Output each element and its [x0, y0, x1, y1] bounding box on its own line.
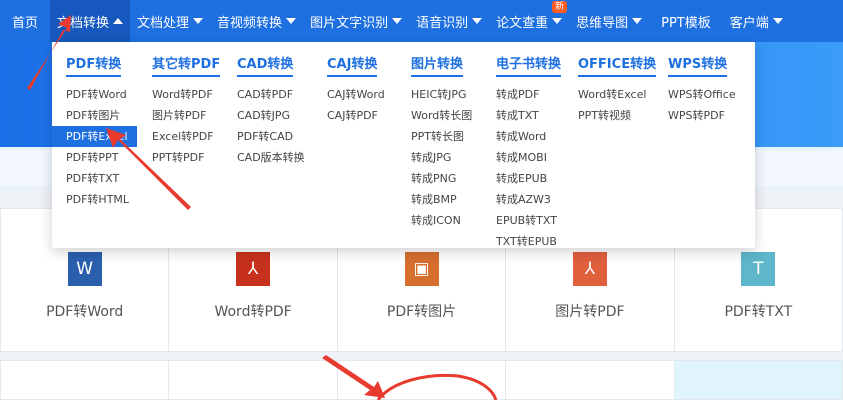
menu-item[interactable]: WPS转Office — [668, 84, 736, 105]
nav-av-convert-label: 音视频转换 — [217, 15, 283, 31]
menu-item[interactable]: 转成Word — [496, 126, 561, 147]
menu-item-pdf-to-excel[interactable]: PDF转Excel — [52, 126, 137, 147]
nav-doc-process[interactable]: 文档处理 — [130, 0, 210, 42]
nav-av-convert[interactable]: 音视频转换 — [210, 0, 303, 42]
tool-card[interactable] — [674, 360, 843, 400]
menu-col-title: OFFICE转换 — [578, 53, 657, 77]
menu-item[interactable]: CAJ转PDF — [327, 105, 385, 126]
new-badge: 新 — [552, 1, 568, 13]
menu-item[interactable]: Word转PDF — [152, 84, 220, 105]
caret-down-icon — [286, 18, 297, 24]
nav-ppt-template-label: PPT模板 — [661, 15, 711, 31]
menu-col-title: WPS转换 — [668, 53, 728, 77]
menu-item[interactable]: 转成EPUB — [496, 168, 561, 189]
menu-col-title: PDF转换 — [66, 53, 122, 77]
menu-col-title: 其它转PDF — [152, 53, 221, 77]
caret-down-icon — [193, 18, 204, 24]
nav-client-label: 客户端 — [729, 15, 769, 31]
nav-ppt-template[interactable]: PPT模板 — [649, 0, 723, 42]
menu-item[interactable]: 转成TXT — [496, 105, 561, 126]
tool-label: PDF转图片 — [386, 304, 457, 320]
nav-mindmap-label: 思维导图 — [576, 15, 629, 31]
menu-item[interactable]: 图片转PDF — [152, 105, 220, 126]
nav-client[interactable]: 客户端 — [723, 0, 790, 42]
caret-down-icon — [552, 18, 563, 24]
menu-item[interactable]: PPT转PDF — [152, 147, 220, 168]
caret-down-icon — [772, 18, 783, 24]
menu-item[interactable]: CAD转PDF — [237, 84, 305, 105]
menu-col-caj: CAJ转换 CAJ转Word CAJ转PDF — [327, 53, 385, 126]
menu-item[interactable]: WPS转PDF — [668, 105, 736, 126]
menu-item[interactable]: 转成AZW3 — [496, 189, 561, 210]
menu-item-pdf-to-txt[interactable]: PDF转TXT — [66, 168, 137, 189]
pdf-icon: ⅄ — [572, 252, 607, 286]
menu-item[interactable]: EPUB转TXT — [496, 210, 561, 231]
doc-convert-dropdown: PDF转换 PDF转Word PDF转图片 PDF转Excel PDF转PPT … — [52, 42, 755, 248]
menu-item[interactable]: PPT转视频 — [578, 105, 656, 126]
menu-item-pdf-to-image[interactable]: PDF转图片 — [66, 105, 137, 126]
tool-label: 图片转PDF — [555, 304, 625, 320]
caret-down-icon — [392, 18, 403, 24]
tool-card[interactable] — [169, 360, 338, 400]
menu-col-image: 图片转换 HEIC转JPG Word转长图 PPT转长图 转成JPG 转成PNG… — [411, 53, 472, 231]
nav-ocr[interactable]: 图片文字识别 — [303, 0, 409, 42]
menu-col-pdf: PDF转换 PDF转Word PDF转图片 PDF转Excel PDF转PPT … — [52, 53, 137, 210]
menu-item[interactable]: 转成PDF — [496, 84, 561, 105]
nav-ocr-label: 图片文字识别 — [310, 15, 389, 31]
menu-col-ebook: 电子书转换 转成PDF 转成TXT 转成Word 转成MOBI 转成EPUB 转… — [496, 53, 562, 252]
menu-col-wps: WPS转换 WPS转Office WPS转PDF — [668, 53, 736, 126]
tool-label: PDF转TXT — [724, 304, 793, 320]
menu-item[interactable]: PDF转CAD — [237, 126, 305, 147]
tool-card[interactable] — [337, 360, 507, 400]
text-icon: T — [741, 252, 776, 286]
tool-card[interactable] — [506, 360, 675, 400]
menu-item[interactable]: HEIC转JPG — [411, 84, 472, 105]
menu-item[interactable]: 转成PNG — [411, 168, 472, 189]
menu-item[interactable]: 转成ICON — [411, 210, 472, 231]
menu-col-to-pdf: 其它转PDF Word转PDF 图片转PDF Excel转PDF PPT转PDF — [152, 53, 221, 168]
top-nav: 首页 文档转换 文档处理 音视频转换 图片文字识别 语音识别 论文查重新 思维导… — [0, 0, 843, 42]
menu-item[interactable]: CAJ转Word — [327, 84, 385, 105]
caret-up-icon — [113, 18, 124, 24]
nav-plagiarism[interactable]: 论文查重新 — [489, 0, 569, 42]
pdf-icon: ⅄ — [236, 252, 271, 286]
menu-item-pdf-to-ppt[interactable]: PDF转PPT — [66, 147, 137, 168]
menu-col-title: CAD转换 — [237, 53, 294, 77]
menu-item[interactable]: CAD版本转换 — [237, 147, 305, 168]
nav-home[interactable]: 首页 — [0, 0, 50, 42]
menu-col-cad: CAD转换 CAD转PDF CAD转JPG PDF转CAD CAD版本转换 — [237, 53, 305, 168]
tool-grid-row-2 — [0, 360, 843, 400]
menu-item[interactable]: Word转长图 — [411, 105, 472, 126]
menu-item[interactable]: PPT转长图 — [411, 126, 472, 147]
tool-label: PDF转Word — [46, 304, 124, 320]
menu-col-title: 图片转换 — [411, 53, 464, 77]
tool-label: Word转PDF — [214, 304, 292, 320]
nav-mindmap[interactable]: 思维导图 — [569, 0, 649, 42]
nav-plagiarism-label: 论文查重 — [496, 15, 549, 31]
caret-down-icon — [472, 18, 483, 24]
menu-item[interactable]: 转成MOBI — [496, 147, 561, 168]
menu-col-office: OFFICE转换 Word转Excel PPT转视频 — [578, 53, 657, 126]
menu-item[interactable]: Word转Excel — [578, 84, 656, 105]
nav-speech[interactable]: 语音识别 — [409, 0, 489, 42]
menu-item-pdf-to-html[interactable]: PDF转HTML — [66, 189, 137, 210]
word-icon: W — [67, 252, 102, 286]
menu-item[interactable]: Excel转PDF — [152, 126, 220, 147]
menu-item[interactable]: 转成BMP — [411, 189, 472, 210]
nav-doc-convert-label: 文档转换 — [57, 15, 110, 31]
nav-home-label: 首页 — [12, 15, 39, 31]
menu-item[interactable]: TXT转EPUB — [496, 231, 561, 252]
image-icon: ▣ — [404, 252, 439, 286]
nav-doc-process-label: 文档处理 — [137, 15, 190, 31]
tool-card[interactable] — [0, 360, 170, 400]
menu-item[interactable]: CAD转JPG — [237, 105, 305, 126]
menu-col-title: 电子书转换 — [496, 53, 562, 77]
menu-col-title: CAJ转换 — [327, 53, 378, 77]
menu-item-pdf-to-word[interactable]: PDF转Word — [66, 84, 137, 105]
nav-doc-convert[interactable]: 文档转换 — [50, 0, 131, 42]
caret-down-icon — [632, 18, 643, 24]
nav-speech-label: 语音识别 — [416, 15, 469, 31]
menu-item[interactable]: 转成JPG — [411, 147, 472, 168]
